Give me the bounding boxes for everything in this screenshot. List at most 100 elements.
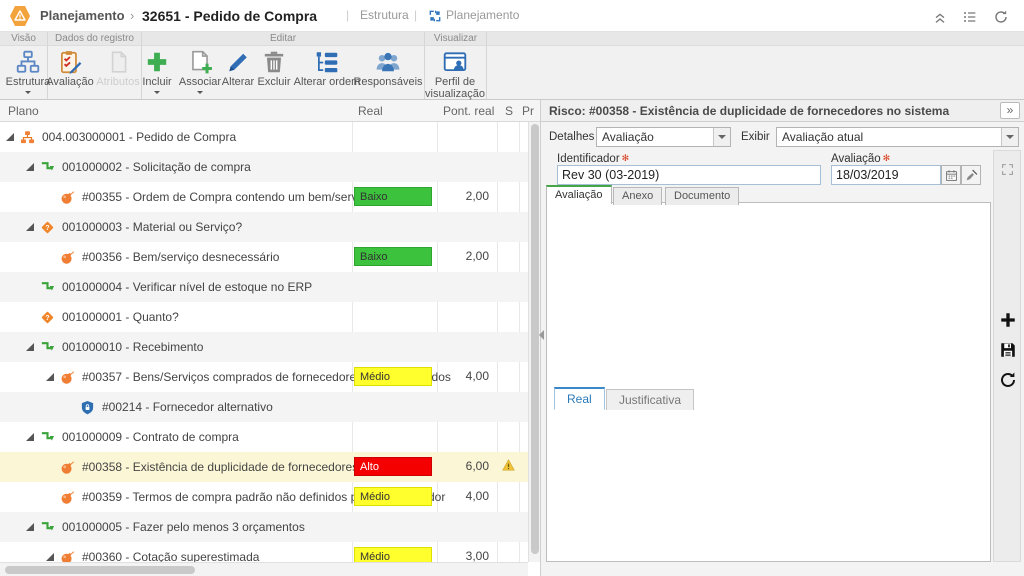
plus-icon (999, 311, 1017, 329)
chevron-down-icon (25, 91, 31, 97)
tree-row-label: #00356 - Bem/serviço desnecessário (82, 250, 279, 264)
activity-icon (40, 430, 55, 445)
avaliacao-button[interactable]: Avaliação (42, 49, 98, 88)
avaliacao-date-input[interactable] (831, 165, 941, 185)
table-row[interactable]: 004.003000001 - Pedido de Compra (0, 122, 528, 152)
table-row[interactable]: 001000004 - Verificar nível de estoque n… (0, 272, 528, 302)
expander-icon[interactable] (46, 373, 54, 381)
table-row[interactable]: 001000009 - Contrato de compra (0, 422, 528, 452)
identificador-input[interactable] (557, 165, 821, 185)
pont-real-value: 4,00 (437, 369, 489, 383)
col-real[interactable]: Real (358, 104, 383, 118)
subtab-justificativa[interactable]: Justificativa (606, 389, 694, 410)
toolbar-group-editar: Editar (142, 32, 424, 46)
avaliacao-date-label: Avaliação (831, 153, 890, 165)
activity-icon (40, 340, 55, 355)
header-link-planejamento[interactable]: Planejamento (446, 8, 519, 22)
tree-row-label: 001000009 - Contrato de compra (62, 430, 239, 444)
list-icon[interactable] (962, 9, 978, 25)
risk-bomb-icon (60, 250, 75, 265)
subtab-real[interactable]: Real (554, 387, 605, 410)
reload-button[interactable] (999, 371, 1017, 389)
status-badge: Baixo (354, 247, 432, 266)
expander-icon[interactable] (26, 523, 34, 531)
detalhes-select[interactable]: Avaliação (596, 127, 731, 147)
table-row[interactable]: 001000003 - Material ou Serviço? (0, 212, 528, 242)
calendar-icon (945, 169, 958, 182)
expander-icon[interactable] (26, 163, 34, 171)
expander-icon[interactable] (26, 433, 34, 441)
col-s[interactable]: S (505, 104, 513, 118)
table-row[interactable]: 001000001 - Quanto? (0, 302, 528, 332)
table-row[interactable]: 001000002 - Solicitação de compra (0, 152, 528, 182)
header-link-estrutura[interactable]: Estrutura (360, 8, 409, 22)
incluir-button[interactable]: Incluir (135, 49, 179, 100)
tab-documento[interactable]: Documento (665, 187, 739, 205)
evaluation-icon (57, 49, 83, 75)
maximize-icon[interactable] (1001, 163, 1014, 176)
save-button[interactable] (999, 341, 1017, 359)
breadcrumb-section[interactable]: Planejamento (40, 8, 125, 23)
toolbar-group-empty (487, 32, 1024, 46)
decision-icon (40, 310, 55, 325)
add-icon (144, 49, 170, 75)
panel-collapse-handle[interactable] (534, 330, 544, 340)
status-badge: Médio (354, 367, 432, 386)
table-row[interactable]: #00357 - Bens/Serviços comprados de forn… (0, 362, 528, 392)
tree-row-label: 001000003 - Material ou Serviço? (62, 220, 242, 234)
vertical-scrollbar[interactable] (528, 122, 540, 562)
avaliacao-tab-content (546, 202, 991, 562)
status-badge: Médio (354, 487, 432, 506)
pont-real-value: 4,00 (437, 489, 489, 503)
clear-date-button[interactable] (961, 165, 981, 185)
expander-icon[interactable] (26, 223, 34, 231)
exibir-select[interactable]: Avaliação atual (776, 127, 1019, 147)
table-row[interactable]: #00359 - Termos de compra padrão não def… (0, 482, 528, 512)
refresh-icon (999, 371, 1017, 389)
page-title: 32651 - Pedido de Compra (142, 8, 317, 24)
attributes-icon (105, 49, 131, 75)
expander-icon[interactable] (26, 343, 34, 351)
edit-icon (225, 49, 251, 75)
expander-icon[interactable] (46, 553, 54, 561)
warning-hexagon-icon (8, 4, 32, 28)
tab-avaliacao[interactable]: Avaliação (546, 185, 612, 204)
reorder-icon (314, 49, 340, 75)
refresh-icon[interactable] (993, 9, 1009, 25)
pont-real-value: 6,00 (437, 459, 489, 473)
decision-icon (40, 220, 55, 235)
expander-icon[interactable] (6, 133, 14, 141)
add-button[interactable] (999, 311, 1017, 329)
people-icon (375, 49, 401, 75)
table-row[interactable]: #00355 - Ordem de Compra contendo um bem… (0, 182, 528, 212)
status-badge: Baixo (354, 187, 432, 206)
tree-row-label: 001000005 - Fazer pelo menos 3 orçamento… (62, 520, 305, 534)
collapse-up-icon[interactable] (932, 9, 948, 25)
table-row[interactable]: #00214 - Fornecedor alternativo (0, 392, 528, 422)
divider: | (414, 8, 417, 22)
control-shield-icon (80, 400, 95, 415)
panel-title-bar: Risco: #00358 - Existência de duplicidad… (541, 100, 1024, 122)
calendar-button[interactable] (941, 165, 961, 185)
col-pontreal[interactable]: Pont. real (443, 104, 494, 118)
table-row[interactable]: #00356 - Bem/serviço desnecessário Baixo… (0, 242, 528, 272)
col-pr[interactable]: Pr (522, 104, 534, 118)
tree-row-label: 001000004 - Verificar nível de estoque n… (62, 280, 312, 294)
pont-real-value: 2,00 (437, 189, 489, 203)
table-row[interactable]: 001000010 - Recebimento (0, 332, 528, 362)
perfil-visualizacao-button[interactable]: Perfil de visualização (415, 49, 495, 100)
col-plano[interactable]: Plano (8, 104, 39, 118)
chevron-down-icon (713, 128, 730, 146)
tree-row-label: 001000002 - Solicitação de compra (62, 160, 251, 174)
trash-icon (261, 49, 287, 75)
scrollbar-thumb[interactable] (5, 566, 195, 574)
tree-header: Plano Real Pont. real S Pr (0, 100, 540, 122)
table-row-selected[interactable]: #00358 - Existência de duplicidade de fo… (0, 452, 528, 482)
divider: | (346, 8, 349, 22)
panel-collapse-button[interactable]: » (1000, 102, 1020, 119)
tab-anexo[interactable]: Anexo (613, 187, 662, 205)
activity-icon (40, 280, 55, 295)
table-row[interactable]: 001000005 - Fazer pelo menos 3 orçamento… (0, 512, 528, 542)
risk-bomb-icon (60, 460, 75, 475)
horizontal-scrollbar[interactable] (0, 562, 528, 576)
